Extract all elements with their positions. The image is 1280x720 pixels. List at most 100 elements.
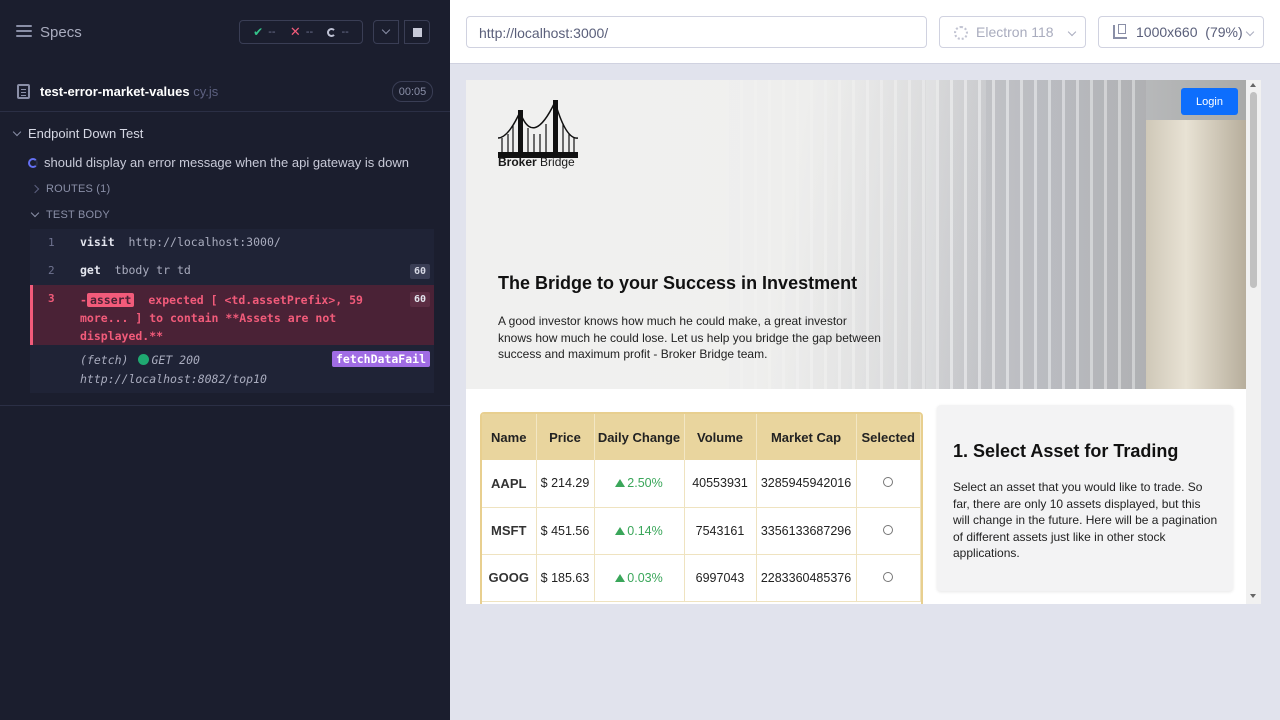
reporter-header: Specs ✔ -- ✕ -- --: [0, 0, 450, 64]
command-text: visit http://localhost:3000/: [80, 235, 281, 249]
browser-selector[interactable]: Electron 118: [939, 16, 1086, 48]
asset-change: 2.50%: [594, 460, 685, 508]
check-icon: ✔: [253, 25, 264, 39]
command-name: visit: [80, 235, 115, 249]
element-count-badge: 60: [409, 292, 430, 307]
failed-stat: ✕ --: [290, 24, 313, 40]
chevron-down-icon: [1067, 27, 1077, 37]
alias-badge: fetchDataFail: [331, 351, 430, 367]
assert-message: - assert expected [ <td.assetPrefix>, 59 …: [80, 291, 380, 345]
failed-command-row[interactable]: 3 - assert expected [ <td.assetPrefix>, 5…: [30, 285, 434, 345]
table-row[interactable]: MSFT $ 451.56 0.14% 7543161 335613368729…: [482, 507, 921, 555]
aut-toolbar: http://localhost:3000/ Electron 118 1000…: [450, 0, 1280, 64]
hero-image: [1146, 120, 1246, 389]
chevron-down-icon: [30, 208, 40, 218]
select-radio[interactable]: [883, 571, 894, 582]
asset-name: GOOG: [482, 554, 537, 602]
scroll-down-icon[interactable]: [1250, 594, 1256, 598]
assert-tag: assert: [86, 293, 135, 307]
test-body-toggle[interactable]: TEST BODY: [30, 208, 110, 221]
scroll-thumb[interactable]: [1250, 92, 1257, 288]
select-cell: [856, 460, 921, 508]
specs-list-icon[interactable]: [16, 25, 32, 39]
change-value: 0.03%: [627, 570, 663, 585]
table-row[interactable]: GOOG $ 185.63 0.03% 6997043 228336048537…: [482, 554, 921, 602]
asset-name: AAPL: [482, 460, 537, 508]
command-arg: http://localhost:3000/: [128, 235, 281, 249]
asset-volume: 7543161: [684, 507, 757, 555]
vertical-scrollbar[interactable]: [1246, 80, 1261, 604]
hero-banner: Broker Bridge Login The Bridge to your S…: [466, 80, 1246, 389]
stop-icon: [412, 27, 422, 37]
fetch-row[interactable]: (fetch) GET 200 http://localhost:8082/top1…: [30, 345, 434, 393]
file-name-text: test-error-market-values: [40, 84, 190, 99]
test-row[interactable]: should display an error message when the…: [28, 155, 409, 170]
info-card: 1. Select Asset for Trading Select an as…: [937, 405, 1233, 591]
asset-market-cap: 3285945942016: [756, 460, 857, 508]
hero-text: A good investor knows how much he could …: [498, 314, 881, 361]
select-radio[interactable]: [883, 477, 894, 488]
command-row[interactable]: 2 get tbody tr td 60: [30, 257, 434, 285]
element-count-badge: 60: [409, 264, 430, 279]
reporter-panel: Specs ✔ -- ✕ -- -- test-error-market-value…: [0, 0, 450, 720]
passed-stat: ✔ --: [253, 25, 275, 39]
column-header: Daily Change: [594, 414, 685, 460]
routes-label: ROUTES (1): [46, 183, 111, 195]
table-header-row: Name Price Daily Change Volume Market Ca…: [482, 414, 921, 460]
file-ext: cy.js: [193, 84, 219, 99]
up-arrow-icon: [615, 573, 626, 582]
document-icon: [17, 84, 30, 99]
asset-market-cap: 3356133687296: [756, 507, 857, 555]
chevron-down-icon: [12, 127, 22, 136]
failed-count: --: [305, 26, 314, 38]
fetch-method: GET 200: [151, 353, 200, 367]
suite-title: Endpoint Down Test: [28, 126, 144, 141]
command-number: 3: [48, 292, 55, 305]
viewport-zoom: (79%): [1205, 24, 1243, 40]
test-body-label: TEST BODY: [46, 209, 110, 221]
asset-price: $ 451.56: [536, 507, 595, 555]
table-row[interactable]: AAPL $ 214.29 2.50% 40553931 32859459420…: [482, 460, 921, 508]
card-text: Select an asset that you would like to t…: [953, 480, 1218, 560]
stop-button[interactable]: [404, 20, 430, 44]
specs-label[interactable]: Specs: [40, 24, 82, 41]
app-iframe: Broker Bridge Login The Bridge to your S…: [466, 80, 1261, 604]
spec-file-row[interactable]: test-error-market-values cy.js: [0, 72, 450, 112]
login-button[interactable]: Login: [1181, 88, 1238, 115]
select-cell: [856, 554, 921, 602]
url-bar[interactable]: http://localhost:3000/: [466, 16, 927, 48]
browser-icon: [954, 26, 968, 40]
running-icon: [28, 157, 38, 168]
fetch-text: (fetch) GET 200 http://localhost:8082/top1…: [80, 351, 267, 389]
up-arrow-icon: [615, 526, 626, 535]
spec-file-name: test-error-market-values cy.js: [40, 84, 218, 99]
up-arrow-icon: [615, 479, 626, 488]
chevron-right-icon: [30, 184, 40, 194]
viewport-size: 1000x660: [1136, 24, 1198, 40]
command-log: 1 visit http://localhost:3000/ 2 get tbo…: [30, 229, 434, 393]
routes-toggle[interactable]: ROUTES (1): [30, 183, 111, 195]
asset-price: $ 214.29: [536, 460, 595, 508]
select-radio[interactable]: [883, 524, 894, 535]
logo-rest: Bridge: [536, 155, 575, 169]
column-header: Volume: [684, 414, 757, 460]
column-header: Market Cap: [756, 414, 857, 460]
status-dot-icon: [138, 354, 150, 365]
asset-market-cap: 2283360485376: [756, 554, 857, 602]
asset-price: $ 185.63: [536, 554, 595, 602]
asset-change: 0.14%: [594, 507, 685, 555]
asset-volume: 40553931: [684, 460, 757, 508]
logo-text: Broker Bridge: [498, 155, 575, 169]
column-header: Name: [482, 414, 537, 460]
suite-row[interactable]: Endpoint Down Test: [12, 126, 144, 141]
test-title: should display an error message when the…: [44, 155, 409, 170]
command-row[interactable]: 1 visit http://localhost:3000/: [30, 229, 434, 257]
duration-badge: 00:05: [392, 81, 433, 102]
fetch-url: http://localhost:8082/top10: [80, 372, 267, 386]
viewport-selector[interactable]: 1000x660 (79%): [1098, 16, 1264, 48]
scroll-up-icon[interactable]: [1250, 83, 1256, 87]
pending-count: --: [341, 26, 349, 38]
collapse-button[interactable]: [373, 20, 399, 44]
card-title: 1. Select Asset for Trading: [953, 441, 1179, 461]
select-cell: [856, 507, 921, 555]
